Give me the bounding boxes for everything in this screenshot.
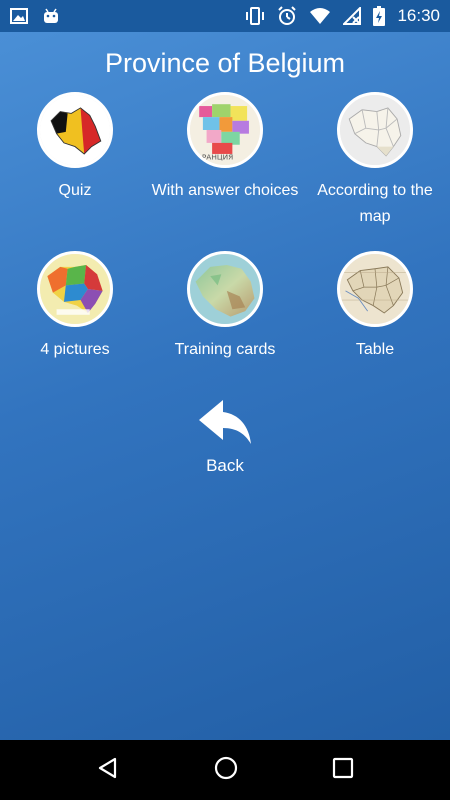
menu-item-quiz[interactable]: Quiz <box>0 92 150 204</box>
svg-text:ФРАНЦИЯ: ФРАНЦИЯ <box>196 152 234 161</box>
belgium-flag-map-icon <box>37 92 113 168</box>
vibrate-icon <box>245 7 265 25</box>
menu-item-label: According to the map <box>317 182 433 225</box>
status-bar: 16:30 <box>0 0 450 32</box>
relief-map-icon <box>187 251 263 327</box>
back-button-label: Back <box>206 456 244 475</box>
recents-square-icon[interactable] <box>332 757 354 784</box>
back-arrow-icon <box>150 398 300 446</box>
page-title: Province of Belgium <box>104 48 346 78</box>
android-icon <box>42 8 60 24</box>
colored-map-icon <box>37 251 113 327</box>
old-map-icon <box>337 251 413 327</box>
menu-item-4-pictures[interactable]: 4 pictures <box>0 251 150 363</box>
app-screen: Province of Belgium Quiz ФРАНЦИЯ With an… <box>0 32 450 740</box>
back-button[interactable]: Back <box>150 398 300 476</box>
menu-item-training-cards[interactable]: Training cards <box>150 251 300 363</box>
image-icon <box>10 8 28 24</box>
alarm-icon <box>277 6 297 26</box>
menu-item-table[interactable]: Table <box>300 251 450 363</box>
menu-item-label: 4 pictures <box>40 341 110 358</box>
navigation-bar <box>0 740 450 800</box>
back-triangle-icon[interactable] <box>96 756 120 785</box>
provinces-map-icon: ФРАНЦИЯ <box>187 92 263 168</box>
menu-item-with-answer-choices[interactable]: ФРАНЦИЯ With answer choices <box>150 92 300 204</box>
menu-item-label: Table <box>355 341 395 358</box>
outline-map-icon <box>337 92 413 168</box>
signal-icon <box>343 7 362 25</box>
menu-item-label: Training cards <box>174 341 276 358</box>
wifi-icon <box>309 7 331 25</box>
status-clock: 16:30 <box>397 6 440 25</box>
battery-icon <box>373 6 386 26</box>
menu-item-label: Quiz <box>58 182 92 199</box>
menu-item-label: With answer choices <box>151 182 299 199</box>
menu-item-according-to-the-map[interactable]: According to the map <box>300 92 450 230</box>
home-circle-icon[interactable] <box>213 755 239 786</box>
